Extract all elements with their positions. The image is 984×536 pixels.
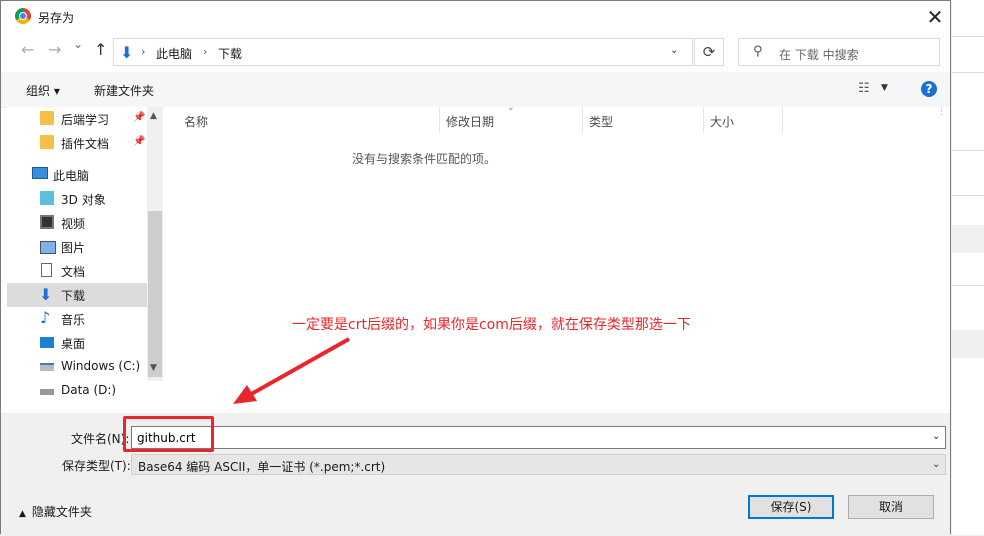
close-button[interactable]: ✕ <box>919 3 951 31</box>
sidebar-item-label: Windows (C:) <box>61 359 141 373</box>
sidebar-item-documents[interactable]: 文档 <box>7 259 147 283</box>
folder-icon <box>40 111 54 125</box>
recent-locations-button[interactable]: ⌄ <box>73 37 83 51</box>
scroll-down-icon[interactable]: ▼ <box>150 363 157 373</box>
sidebar-item-3d-objects[interactable]: 3D 对象 <box>7 187 147 211</box>
breadcrumb-downloads[interactable]: 下载 <box>218 45 242 62</box>
sidebar-item-backend[interactable]: 后端学习 📌 <box>7 107 147 131</box>
sidebar-item-drive-c[interactable]: Windows (C:) <box>7 355 147 379</box>
command-toolbar: 组织 ▾ 新建文件夹 ☷ ▼ ? <box>1 72 950 108</box>
sidebar-item-label: 图片 <box>61 241 86 255</box>
address-bar[interactable]: ⬇ › 此电脑 › 下载 ⌄ <box>113 38 693 66</box>
sidebar-item-plugin-docs[interactable]: 插件文档 📌 <box>7 131 147 155</box>
save-as-dialog: 另存为 ✕ ← → ⌄ ↑ ⬇ › 此电脑 › 下载 ⌄ ⟳ ⚲ 在 下载 中搜… <box>0 0 951 534</box>
filetype-value: Base64 编码 ASCII，单一证书 (*.pem;*.crt) <box>138 460 386 474</box>
sidebar-item-this-pc[interactable]: 此电脑 <box>7 163 147 187</box>
column-divider[interactable] <box>782 107 783 133</box>
scrollbar-thumb[interactable] <box>148 211 162 377</box>
hide-folders-label: 隐藏文件夹 <box>31 505 92 519</box>
filename-field[interactable]: ⌄ <box>131 426 946 449</box>
drive-d-icon <box>40 389 54 395</box>
chrome-icon <box>15 8 31 24</box>
chevron-down-icon[interactable]: ⌄ <box>932 431 940 442</box>
sidebar-item-label: 插件文档 <box>61 137 110 151</box>
search-placeholder: 在 下载 中搜索 <box>779 48 859 62</box>
title-bar: 另存为 ✕ <box>1 1 950 32</box>
chevron-right-icon: › <box>203 45 208 58</box>
column-divider[interactable] <box>582 107 583 133</box>
search-box[interactable]: ⚲ 在 下载 中搜索 <box>738 38 940 66</box>
chevron-right-icon: › <box>141 45 146 58</box>
sidebar-item-label: 下载 <box>61 289 86 303</box>
sidebar-item-drive-d[interactable]: Data (D:) <box>7 379 147 403</box>
hide-folders-toggle[interactable]: ▲ 隐藏文件夹 <box>19 503 92 520</box>
annotation-text: 一定要是crt后缀的，如果你是com后缀，就在保存类型那选一下 <box>292 317 691 333</box>
download-folder-icon: ⬇ <box>120 43 134 62</box>
sidebar-item-pictures[interactable]: 图片 <box>7 235 147 259</box>
navigation-scrollbar[interactable]: ▲ ▼ <box>147 107 163 381</box>
sidebar-item-label: Data (D:) <box>61 383 117 397</box>
document-icon <box>41 263 52 277</box>
chevron-down-icon[interactable]: ⌄ <box>670 45 678 56</box>
sidebar-item-videos[interactable]: 视频 <box>7 211 147 235</box>
chevron-up-icon: ▲ <box>19 509 26 519</box>
sidebar-item-label: 3D 对象 <box>61 193 106 207</box>
sidebar-item-label: 文档 <box>61 265 86 279</box>
chevron-down-icon[interactable]: ⌄ <box>932 459 940 470</box>
background-page <box>952 0 984 535</box>
column-header-type[interactable]: 类型 <box>589 113 613 130</box>
filetype-label: 保存类型(T): <box>62 459 131 473</box>
sidebar-item-desktop[interactable]: 桌面 <box>7 331 147 355</box>
annotation-highlight-box <box>123 416 214 452</box>
refresh-button[interactable]: ⟳ <box>694 38 724 66</box>
folder-icon <box>40 135 54 149</box>
picture-icon <box>40 241 56 254</box>
resize-grip-icon: ⋮ <box>937 107 946 117</box>
cube-icon <box>40 191 54 205</box>
search-icon: ⚲ <box>753 44 763 59</box>
sidebar-item-label: 后端学习 <box>61 113 110 127</box>
forward-button[interactable]: → <box>48 40 61 59</box>
sidebar-item-music[interactable]: ♪ 音乐 <box>7 307 147 331</box>
organize-menu[interactable]: 组织 ▾ <box>26 82 60 99</box>
cancel-button[interactable]: 取消 <box>848 495 934 519</box>
filetype-select[interactable]: Base64 编码 ASCII，单一证书 (*.pem;*.crt) ⌄ <box>131 454 946 475</box>
filename-label: 文件名(N): <box>71 432 130 446</box>
empty-message: 没有与搜索条件匹配的项。 <box>351 152 496 166</box>
sidebar-item-label: 音乐 <box>61 313 86 327</box>
save-button[interactable]: 保存(S) <box>748 495 834 519</box>
view-options-icon[interactable]: ☷ <box>858 81 870 96</box>
back-button[interactable]: ← <box>21 40 34 59</box>
file-list: 名称 修改日期 ⌄ 类型 大小 没有与搜索条件匹配的项。 <box>164 103 950 413</box>
music-icon: ♪ <box>40 308 51 327</box>
column-divider[interactable] <box>439 107 440 133</box>
pin-icon: 📌 <box>133 136 146 147</box>
column-header-name[interactable]: 名称 <box>184 113 208 130</box>
sidebar-item-label: 视频 <box>61 217 86 231</box>
navigation-bar: ← → ⌄ ↑ ⬇ › 此电脑 › 下载 ⌄ ⟳ ⚲ 在 下载 中搜索 <box>1 32 950 72</box>
column-header-date[interactable]: 修改日期 <box>446 113 494 130</box>
sidebar-item-downloads[interactable]: ⬇ 下载 <box>7 283 147 307</box>
column-header-size[interactable]: 大小 <box>710 113 734 130</box>
navigation-pane: 后端学习 📌 插件文档 📌 此电脑 3D 对象 视频 图片 文档 ⬇ 下载 ♪ … <box>7 107 147 413</box>
sidebar-item-label: 桌面 <box>61 337 86 351</box>
new-folder-button[interactable]: 新建文件夹 <box>94 82 154 99</box>
help-button[interactable]: ? <box>921 81 937 97</box>
column-divider[interactable] <box>703 107 704 133</box>
computer-icon <box>32 167 48 179</box>
desktop-icon <box>40 337 54 348</box>
up-button[interactable]: ↑ <box>94 40 107 59</box>
breadcrumb-this-pc[interactable]: 此电脑 <box>156 45 192 62</box>
chevron-down-icon[interactable]: ▼ <box>881 83 888 93</box>
dialog-title: 另存为 <box>38 11 75 25</box>
download-icon: ⬇ <box>39 285 53 304</box>
sidebar-item-label: 此电脑 <box>53 169 90 183</box>
drive-c-icon <box>40 363 54 371</box>
filename-input[interactable] <box>137 429 927 446</box>
video-icon <box>40 215 54 229</box>
sort-indicator-icon: ⌄ <box>507 103 515 113</box>
scroll-up-icon[interactable]: ▲ <box>150 111 157 121</box>
pin-icon: 📌 <box>133 112 146 123</box>
